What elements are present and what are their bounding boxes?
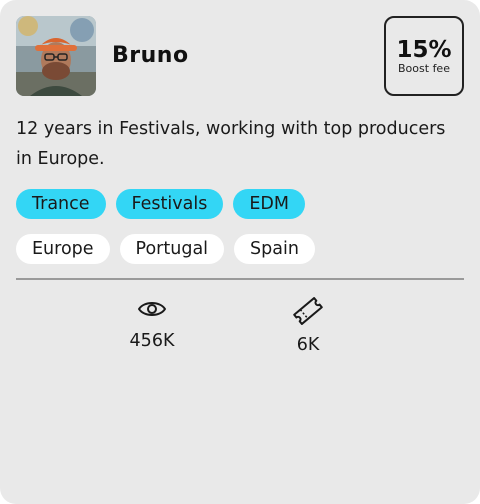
- region-tag[interactable]: Portugal: [119, 234, 225, 264]
- genre-tag[interactable]: Trance: [16, 189, 106, 219]
- profile-card[interactable]: Bruno 15% Boost fee 12 years in Festival…: [0, 0, 480, 504]
- genre-tags: Trance Festivals EDM: [16, 189, 305, 219]
- genre-tag[interactable]: Festivals: [115, 189, 224, 219]
- tickets-count: 6K: [296, 335, 320, 355]
- profile-bio: 12 years in Festivals, working with top …: [16, 119, 446, 169]
- avatar: [16, 16, 96, 96]
- tickets-stat: 6K: [263, 296, 353, 356]
- region-tag[interactable]: Spain: [234, 234, 315, 264]
- genre-tag[interactable]: EDM: [233, 189, 305, 219]
- divider: [16, 278, 464, 280]
- boost-fee-badge: 15% Boost fee: [384, 16, 464, 96]
- ticket-icon: [263, 296, 353, 326]
- eye-icon: [107, 296, 197, 322]
- views-count: 456K: [129, 331, 175, 351]
- views-stat: 456K: [107, 296, 197, 352]
- region-tags: Europe Portugal Spain: [16, 234, 315, 264]
- region-tag[interactable]: Europe: [16, 234, 110, 264]
- boost-fee-label: Boost fee: [398, 62, 450, 75]
- boost-fee-value: 15%: [396, 37, 452, 63]
- profile-name: Bruno: [112, 43, 189, 68]
